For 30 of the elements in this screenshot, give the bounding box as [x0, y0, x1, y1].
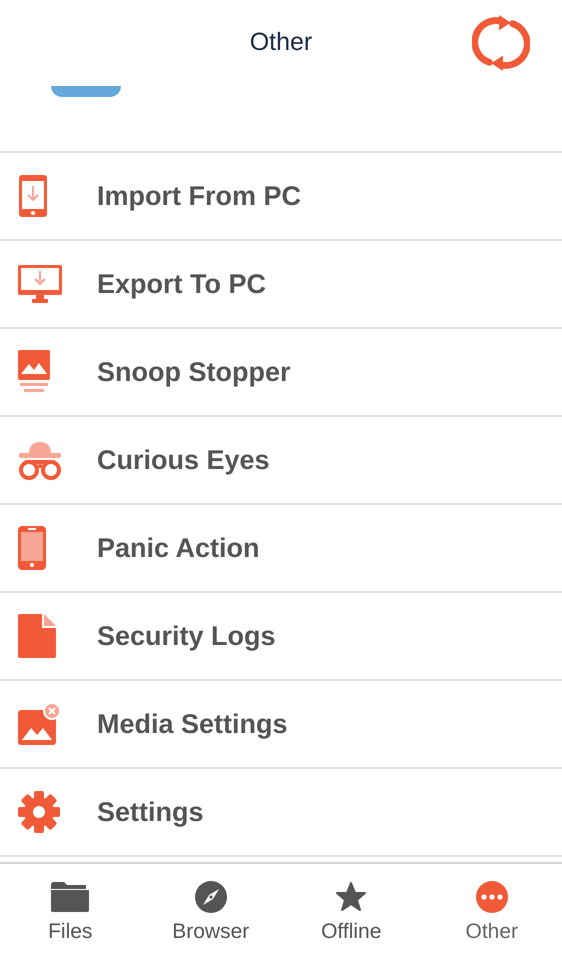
menu-item[interactable]: Settings [0, 769, 562, 857]
menu-item-label: Snoop Stopper [97, 356, 290, 388]
menu-item-label: Settings [97, 796, 204, 828]
menu-item[interactable]: Security Logs [0, 593, 562, 681]
monitor-download-icon [17, 264, 63, 304]
picture-stand-icon [17, 350, 51, 394]
menu-item-label: Curious Eyes [97, 444, 270, 476]
menu-item[interactable]: Snoop Stopper [0, 329, 562, 417]
document-icon [17, 613, 57, 659]
sync-icon[interactable] [472, 14, 530, 72]
menu-item[interactable]: Export To PC [0, 241, 562, 329]
folder-icon [50, 880, 90, 914]
settings-icon [17, 790, 61, 834]
menu-item-label: Panic Action [97, 532, 260, 564]
spy-binoculars-icon [17, 440, 63, 480]
menu-item-label: Media Settings [97, 708, 288, 740]
compass-icon [194, 880, 228, 914]
menu-item[interactable]: Import From PC [0, 153, 562, 241]
scrolled-bar [51, 86, 121, 97]
phone-icon [17, 525, 47, 571]
menu-item-label: Import From PC [97, 180, 302, 212]
screen-title: Other [248, 28, 314, 57]
more-icon [474, 880, 509, 914]
menu-item[interactable]: Media Settings [0, 681, 562, 769]
star-icon [336, 880, 366, 914]
menu-item-label: Security Logs [97, 620, 276, 652]
menu-item-label: Export To PC [97, 268, 266, 300]
menu-item[interactable]: Panic Action [0, 505, 562, 593]
menu-item[interactable]: Curious Eyes [0, 417, 562, 505]
tablet-download-icon [17, 173, 49, 219]
